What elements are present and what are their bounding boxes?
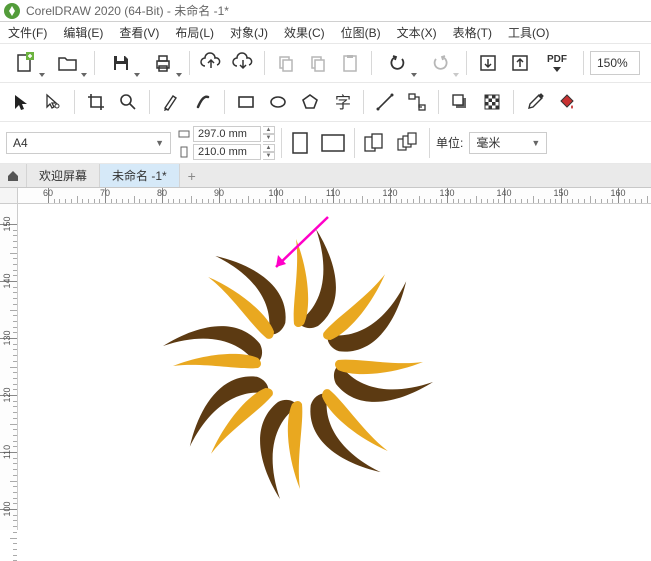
document-tabs: 欢迎屏幕 未命名 -1* + (0, 164, 651, 188)
page-height-input[interactable]: 210.0 mm (193, 144, 261, 160)
redo-button (420, 48, 460, 78)
paper-size-select[interactable]: A4 ▼ (6, 132, 171, 154)
units-select[interactable]: 毫米 ▼ (469, 132, 547, 154)
menu-text[interactable]: 文本(X) (397, 24, 437, 41)
separator (466, 51, 467, 75)
menu-file[interactable]: 文件(F) (8, 24, 47, 41)
tab-welcome[interactable]: 欢迎屏幕 (27, 164, 100, 187)
width-icon (177, 127, 191, 141)
menu-edit[interactable]: 编辑(E) (63, 24, 103, 41)
page-dimensions: 297.0 mm ▲▼ 210.0 mm ▲▼ (177, 126, 275, 160)
workarea: 60708090100110120130140150160 1501401301… (0, 188, 651, 530)
menu-table[interactable]: 表格(T) (453, 24, 492, 41)
drop-shadow-tool[interactable] (445, 87, 475, 117)
separator (363, 90, 364, 114)
toolbox: 字 (0, 83, 651, 122)
height-icon (177, 145, 191, 159)
dropdown-arrow-icon (81, 73, 87, 77)
separator (281, 128, 282, 158)
copy-button (271, 48, 301, 78)
tab-home[interactable] (0, 164, 27, 187)
window-title: CorelDRAW 2020 (64-Bit) - 未命名 -1* (26, 2, 229, 19)
zoom-tool[interactable] (113, 87, 143, 117)
new-tab-button[interactable]: + (180, 164, 204, 187)
ruler-vertical[interactable]: 150140130120110100 (0, 204, 18, 530)
chevron-down-icon: ▼ (155, 138, 164, 148)
cloud-upload-button[interactable] (196, 48, 226, 78)
current-page-button[interactable] (395, 129, 423, 157)
titlebar: CorelDRAW 2020 (64-Bit) - 未命名 -1* (0, 0, 651, 22)
menu-layout[interactable]: 布局(L) (175, 24, 214, 41)
dropdown-arrow-icon (134, 73, 140, 77)
paste-button (303, 48, 333, 78)
standard-toolbar: PDF 150% (0, 44, 651, 83)
menubar: 文件(F) 编辑(E) 查看(V) 布局(L) 对象(J) 效果(C) 位图(B… (0, 22, 651, 44)
separator (429, 128, 430, 158)
cloud-download-button[interactable] (228, 48, 258, 78)
ellipse-tool[interactable] (263, 87, 293, 117)
menu-tools[interactable]: 工具(O) (508, 24, 549, 41)
clipboard-button (335, 48, 365, 78)
connector-tool[interactable] (402, 87, 432, 117)
separator (354, 128, 355, 158)
print-button[interactable] (143, 48, 183, 78)
menu-object[interactable]: 对象(J) (230, 24, 268, 41)
separator (438, 90, 439, 114)
dimension-tool[interactable] (370, 87, 400, 117)
interactive-fill-tool[interactable] (552, 87, 582, 117)
all-pages-button[interactable] (361, 129, 389, 157)
new-button[interactable] (6, 48, 46, 78)
width-spinner[interactable]: ▲▼ (263, 126, 275, 142)
separator (94, 51, 95, 75)
chevron-down-icon: ▼ (531, 138, 540, 148)
pdf-label: PDF (547, 54, 567, 65)
dropdown-arrow-icon (39, 73, 45, 77)
artistic-media-tool[interactable] (188, 87, 218, 117)
separator (264, 51, 265, 75)
separator (224, 90, 225, 114)
export-button[interactable] (505, 48, 535, 78)
ruler-horizontal[interactable]: 60708090100110120130140150160 (18, 188, 651, 204)
separator (583, 51, 584, 75)
import-button[interactable] (473, 48, 503, 78)
app-logo-icon (4, 3, 20, 19)
freehand-tool[interactable] (156, 87, 186, 117)
shape-tool[interactable] (38, 87, 68, 117)
separator (371, 51, 372, 75)
separator (74, 90, 75, 114)
open-button[interactable] (48, 48, 88, 78)
text-tool[interactable]: 字 (327, 87, 357, 117)
undo-button[interactable] (378, 48, 418, 78)
transparency-tool[interactable] (477, 87, 507, 117)
dropdown-arrow-icon (453, 73, 459, 77)
property-bar: A4 ▼ 297.0 mm ▲▼ 210.0 mm ▲▼ 单位: 毫米 ▼ (0, 122, 651, 164)
eyedropper-tool[interactable] (520, 87, 550, 117)
canvas[interactable] (18, 204, 651, 530)
home-icon (6, 169, 20, 183)
pick-tool[interactable] (6, 87, 36, 117)
separator (189, 51, 190, 75)
separator (149, 90, 150, 114)
rectangle-tool[interactable] (231, 87, 261, 117)
dropdown-arrow-icon (411, 73, 417, 77)
separator (513, 90, 514, 114)
landscape-button[interactable] (318, 128, 348, 158)
annotation-arrow (258, 212, 338, 282)
menu-effects[interactable]: 效果(C) (284, 24, 325, 41)
svg-text:字: 字 (335, 94, 351, 112)
save-button[interactable] (101, 48, 141, 78)
page-width-input[interactable]: 297.0 mm (193, 126, 261, 142)
portrait-button[interactable] (288, 128, 312, 158)
height-spinner[interactable]: ▲▼ (263, 144, 275, 160)
publish-pdf-button[interactable]: PDF (537, 48, 577, 78)
polygon-tool[interactable] (295, 87, 325, 117)
zoom-level-input[interactable]: 150% (590, 51, 640, 75)
units-label: 单位: (436, 134, 463, 151)
menu-bitmap[interactable]: 位图(B) (341, 24, 381, 41)
ruler-origin[interactable] (0, 188, 18, 204)
crop-tool[interactable] (81, 87, 111, 117)
tab-document[interactable]: 未命名 -1* (100, 164, 180, 187)
menu-view[interactable]: 查看(V) (119, 24, 159, 41)
dropdown-arrow-icon (176, 73, 182, 77)
